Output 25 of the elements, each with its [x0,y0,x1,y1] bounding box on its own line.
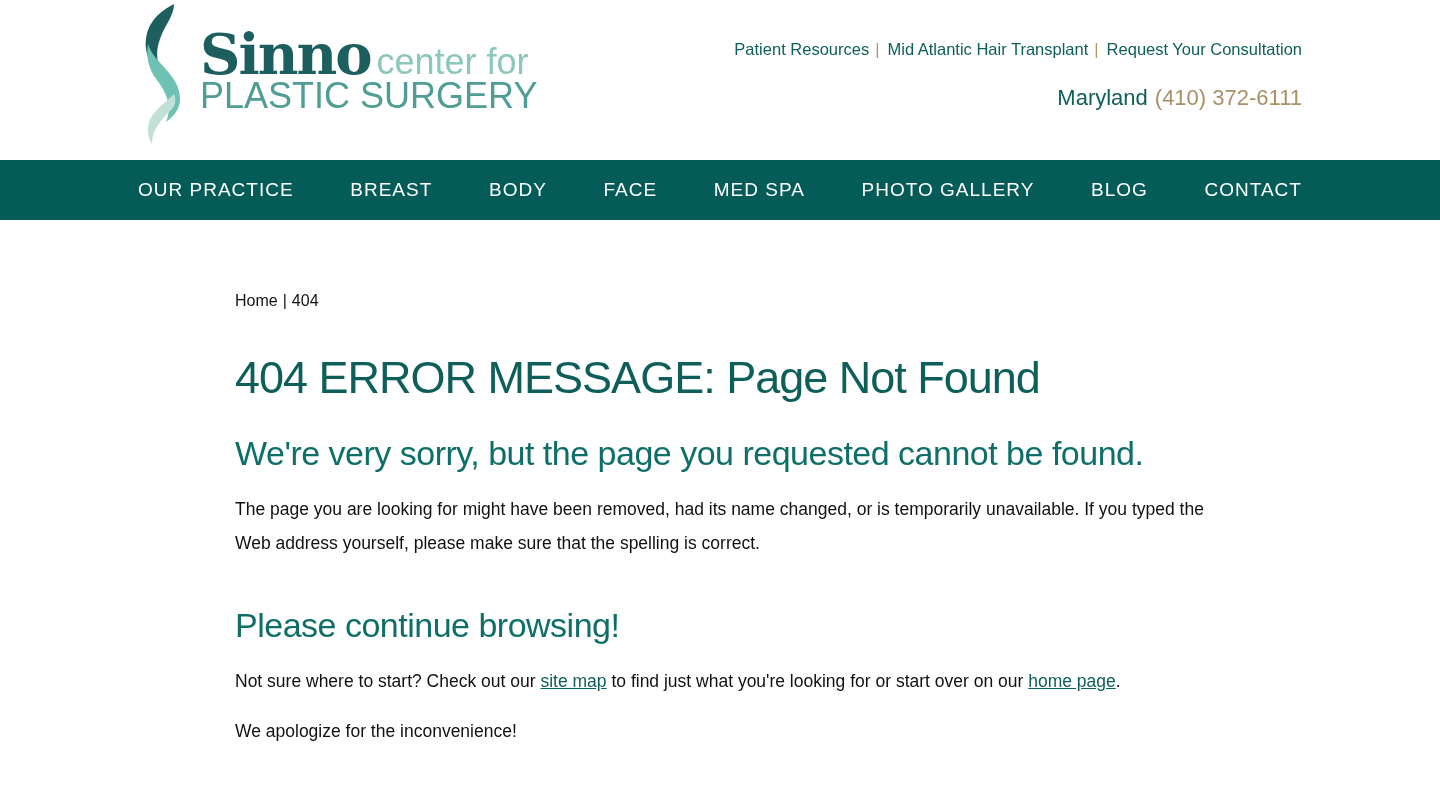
nav-item[interactable]: BREAST [350,179,433,201]
page-title: 404 ERROR MESSAGE: Page Not Found [235,351,1041,405]
section-heading: Please continue browsing! [235,605,621,646]
phone-region: Maryland [1057,85,1148,110]
browse-paragraph: Not sure where to start? Check out our site map to find just what you're looking for or start over on our home page. [235,670,1122,693]
nav-item[interactable]: OUR PRACTICE [138,179,294,201]
nav-item[interactable]: BODY [488,179,547,201]
separator: | [875,40,880,59]
separator: | [1094,40,1099,59]
nav-item[interactable]: PHOTO GALLERY [861,179,1035,201]
header-link[interactable]: Request Your Consultation [1106,40,1302,59]
nav-item[interactable]: FACE [603,179,658,201]
nav-item[interactable]: BLOG [1091,179,1148,201]
intro-paragraph: The page you are looking for might have been removed, had its name changed, or is temporarily unavailable. If you typed the Web address yourself, please make sure that the spelling is correct. [235,498,1205,555]
text-link[interactable]: home page [1028,671,1116,691]
header-link[interactable]: Mid Atlantic Hair Transplant [887,40,1089,59]
breadcrumb-current: 404 [291,292,319,310]
page-subtitle: We're very sorry, but the page you requested cannot be found. [235,433,1145,474]
text-link[interactable]: site map [540,671,607,691]
separator: | [282,292,287,310]
breadcrumb-link[interactable]: Home [235,292,278,310]
header-link[interactable]: Patient Resources [734,40,870,59]
nav-item[interactable]: MED SPA [713,179,805,201]
closing-paragraph: We apologize for the inconvenience! [235,720,518,743]
nav-item[interactable]: CONTACT [1204,179,1302,201]
